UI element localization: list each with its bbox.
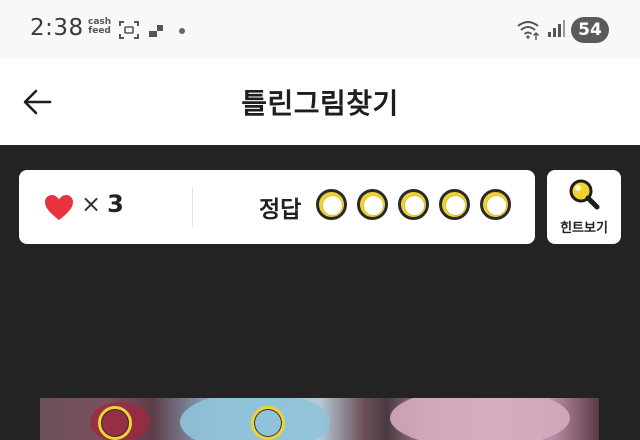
status-bar: 2:38 cash feed 54 — [0, 0, 640, 58]
answer-slots — [316, 189, 511, 220]
answer-slot — [480, 189, 511, 220]
app-icon — [149, 25, 163, 37]
answer-slot — [398, 189, 429, 220]
cashfeed-line2: feed — [88, 26, 111, 36]
signal-icon — [548, 20, 565, 37]
lives-multiplier: × — [81, 190, 102, 218]
difference-marker — [251, 406, 285, 440]
hint-label: 힌트보기 — [560, 221, 608, 236]
page-title: 틀린그림찾기 — [241, 87, 399, 120]
answer-label: 정답 — [259, 197, 302, 223]
difference-marker — [98, 406, 132, 440]
lives-counter: × 3 — [81, 190, 124, 218]
answer-slot — [316, 189, 347, 220]
game-area: × 3 정답 힌트보기 — [0, 145, 640, 440]
wifi-icon — [517, 21, 539, 40]
screenshot-icon — [119, 21, 139, 39]
answer-slot — [357, 189, 388, 220]
magnifier-icon — [569, 179, 600, 210]
answer-slot — [439, 189, 470, 220]
heart-icon — [45, 195, 73, 220]
puzzle-image[interactable] — [40, 398, 599, 440]
app-bar: 틀린그림찾기 — [0, 58, 640, 145]
divider — [192, 187, 193, 227]
lives-count: 3 — [107, 190, 124, 218]
score-card: × 3 정답 — [19, 170, 535, 244]
cashfeed-icon: cash feed — [88, 18, 111, 36]
battery-indicator: 54 — [571, 17, 609, 43]
hint-button[interactable]: 힌트보기 — [547, 170, 621, 244]
status-time: 2:38 — [30, 15, 84, 41]
dot-icon — [179, 28, 185, 34]
image-detail — [390, 398, 570, 440]
